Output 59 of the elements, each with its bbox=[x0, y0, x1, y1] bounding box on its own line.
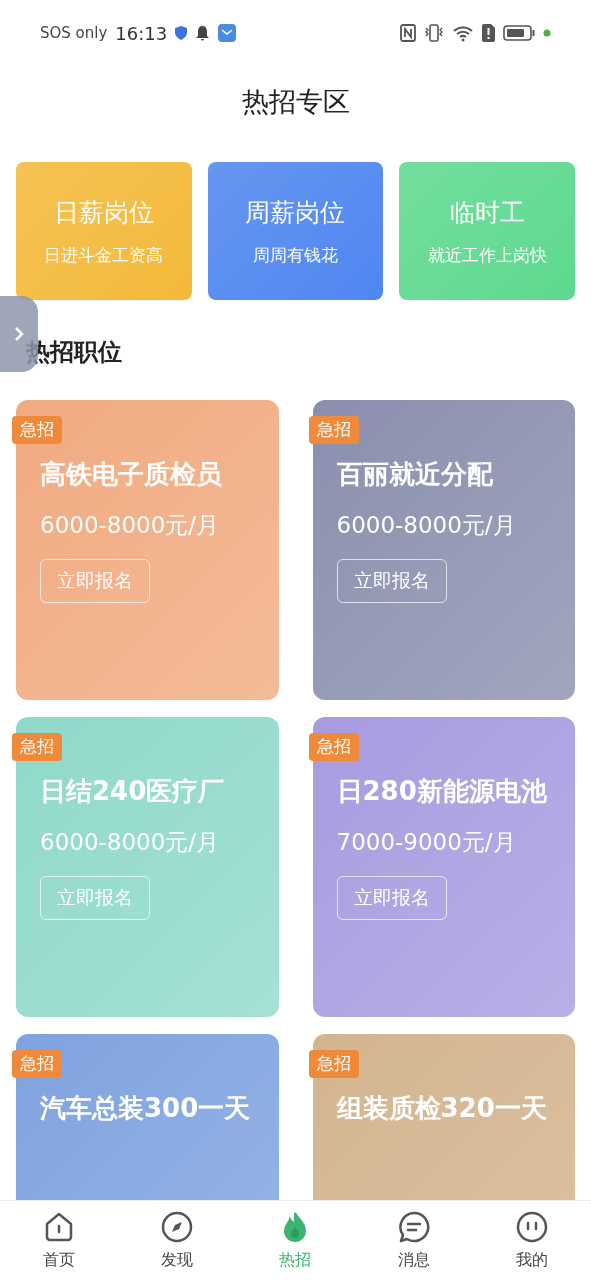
chevron-right-icon bbox=[13, 325, 25, 343]
salary-text: 7000-9000元/月 bbox=[336, 828, 517, 857]
urgent-badge: 急招 bbox=[308, 733, 359, 761]
salary-text: 6000-8000元/月 bbox=[40, 828, 221, 857]
clock-text: 16:13 bbox=[115, 21, 168, 46]
urgent-badge: 急招 bbox=[12, 416, 62, 444]
salary-text: 6000-8000元/月 bbox=[336, 511, 517, 540]
job-card[interactable]: 急招 组装质检320一天 bbox=[312, 1034, 575, 1200]
carrier-text: SOS only bbox=[40, 22, 108, 44]
salary-text: 6000-8000元/月 bbox=[40, 511, 221, 540]
category-subtitle: 日进斗金工资高 bbox=[44, 244, 164, 267]
nav-tab[interactable]: 发现 bbox=[137, 1209, 218, 1272]
battery-icon bbox=[503, 25, 535, 41]
sim-alert-icon bbox=[482, 24, 495, 42]
nav-tab[interactable]: 热招 bbox=[255, 1209, 336, 1272]
job-card[interactable]: 急招 日280新能源电池 7000-9000元/月 立即报名 bbox=[312, 717, 575, 1017]
category-subtitle: 就近工作上岗快 bbox=[427, 244, 547, 267]
vibrate-icon bbox=[424, 24, 444, 42]
nav-label: 热招 bbox=[279, 1248, 312, 1271]
apply-button[interactable]: 立即报名 bbox=[40, 875, 150, 920]
category-subtitle: 周周有钱花 bbox=[253, 244, 338, 267]
urgent-badge: 急招 bbox=[308, 1050, 359, 1078]
chat-icon bbox=[396, 1209, 431, 1244]
category-title: 周薪岗位 bbox=[245, 196, 346, 229]
apply-button[interactable]: 立即报名 bbox=[336, 558, 447, 603]
job-title: 组装质检320一天 bbox=[336, 1092, 548, 1125]
bell-icon bbox=[195, 25, 211, 41]
nav-label: 首页 bbox=[43, 1248, 76, 1271]
nav-label: 发现 bbox=[161, 1248, 194, 1271]
urgent-badge: 急招 bbox=[12, 1050, 62, 1078]
job-title: 汽车总装300一天 bbox=[40, 1092, 252, 1125]
job-title: 日280新能源电池 bbox=[336, 775, 548, 808]
nav-tab[interactable]: 我的 bbox=[491, 1209, 572, 1272]
wifi-icon bbox=[452, 24, 474, 42]
category-card[interactable]: 日薪岗位 日进斗金工资高 bbox=[16, 162, 192, 300]
job-card[interactable]: 急招 百丽就近分配 6000-8000元/月 立即报名 bbox=[312, 400, 575, 700]
app-icon bbox=[218, 24, 237, 42]
compass-icon bbox=[160, 1209, 195, 1244]
page-title: 热招专区 bbox=[241, 84, 350, 119]
shield-icon bbox=[175, 26, 188, 40]
job-title: 高铁电子质检员 bbox=[40, 458, 223, 491]
nfc-icon bbox=[400, 24, 416, 42]
urgent-badge: 急招 bbox=[308, 416, 359, 444]
category-title: 临时工 bbox=[449, 196, 525, 229]
urgent-badge: 急招 bbox=[12, 733, 62, 761]
category-card[interactable]: 临时工 就近工作上岗快 bbox=[399, 162, 575, 300]
nav-tab[interactable]: 首页 bbox=[19, 1209, 100, 1272]
category-title: 日薪岗位 bbox=[53, 196, 154, 229]
job-title: 日结240医疗厂 bbox=[40, 775, 226, 808]
category-card[interactable]: 周薪岗位 周周有钱花 bbox=[207, 162, 384, 300]
nav-label: 我的 bbox=[515, 1248, 548, 1271]
apply-button[interactable]: 立即报名 bbox=[336, 875, 447, 920]
apply-button[interactable]: 立即报名 bbox=[40, 558, 150, 603]
nav-label: 消息 bbox=[397, 1248, 430, 1271]
section-title: 热招职位 bbox=[26, 337, 122, 368]
status-dot-icon bbox=[543, 29, 551, 37]
face-icon bbox=[514, 1209, 549, 1244]
nav-tab[interactable]: 消息 bbox=[373, 1209, 454, 1272]
job-title: 百丽就近分配 bbox=[336, 458, 494, 491]
